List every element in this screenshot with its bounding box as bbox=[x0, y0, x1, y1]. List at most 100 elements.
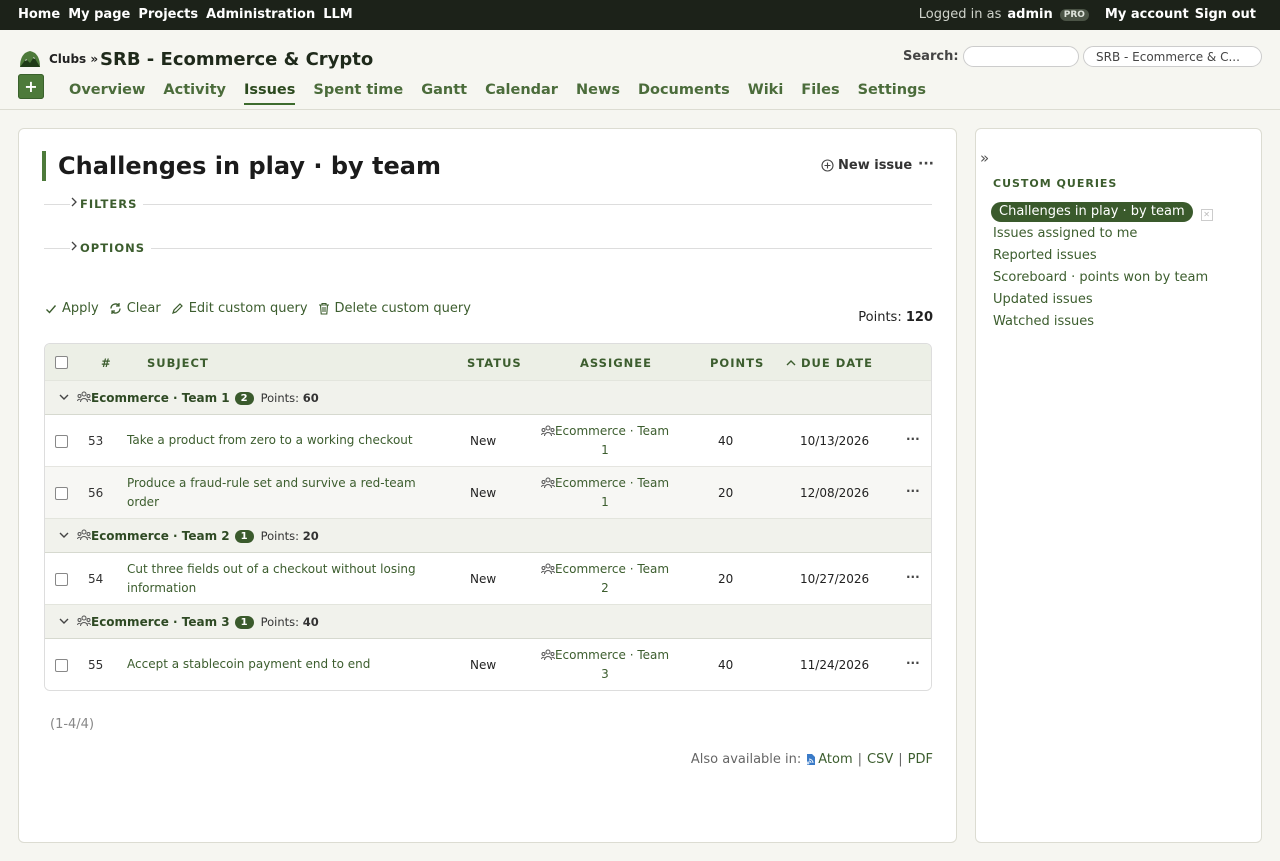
group-points: Points: 40 bbox=[261, 615, 319, 629]
top-nav-llm[interactable]: LLM bbox=[323, 7, 353, 22]
project-header: Clubs » SRB - Ecommerce & Crypto + Searc… bbox=[0, 30, 1280, 110]
remove-query-icon[interactable]: ✕ bbox=[1200, 209, 1213, 221]
issue-id-link[interactable]: 55 bbox=[88, 658, 103, 672]
breadcrumb-parent-link[interactable]: Clubs » bbox=[49, 52, 98, 66]
issue-subject-link[interactable]: Cut three fields out of a checkout witho… bbox=[127, 560, 427, 598]
my-account-link[interactable]: My account bbox=[1105, 7, 1189, 22]
assignee-line1: Ecommerce · Team bbox=[554, 562, 670, 576]
row-more-icon[interactable]: ··· bbox=[906, 432, 920, 446]
group-title: Ecommerce · Team 2 bbox=[91, 529, 230, 543]
more-actions-icon[interactable]: ··· bbox=[918, 156, 934, 172]
tab-spent-time[interactable]: Spent time bbox=[313, 82, 403, 105]
tab-settings[interactable]: Settings bbox=[858, 82, 926, 105]
group-points: Points: 20 bbox=[261, 529, 319, 543]
sign-out-link[interactable]: Sign out bbox=[1195, 7, 1256, 22]
table-header: # SUBJECT STATUS ASSIGNEE POINTS DUE DAT… bbox=[45, 344, 931, 381]
top-nav-home[interactable]: Home bbox=[18, 7, 60, 22]
issue-points: 20 bbox=[718, 572, 734, 586]
top-nav-projects[interactable]: Projects bbox=[138, 7, 198, 22]
options-section[interactable]: OPTIONS bbox=[44, 240, 932, 255]
issue-id-link[interactable]: 53 bbox=[88, 434, 103, 448]
column-assignee[interactable]: ASSIGNEE bbox=[580, 356, 652, 370]
group-toggle[interactable] bbox=[59, 529, 69, 542]
project-main-menu: Overview Activity Issues Spent time Gant… bbox=[69, 82, 944, 105]
clear-button[interactable]: Clear bbox=[109, 301, 161, 316]
issue-assignee-link[interactable]: Ecommerce · Team 1 bbox=[540, 474, 670, 512]
row-checkbox[interactable] bbox=[55, 573, 68, 586]
issue-assignee-link[interactable]: Ecommerce · Team 3 bbox=[540, 646, 670, 684]
tab-calendar[interactable]: Calendar bbox=[485, 82, 558, 105]
group-row: Ecommerce · Team 3 1 Points: 40 bbox=[45, 604, 931, 639]
column-id[interactable]: # bbox=[101, 356, 112, 370]
points-total-label: Points: bbox=[858, 310, 902, 325]
delete-query-button[interactable]: Delete custom query bbox=[318, 301, 471, 316]
custom-queries-list: Challenges in play · by team ✕ Issues ass… bbox=[991, 202, 1213, 334]
query-item-label: Challenges in play · by team bbox=[991, 202, 1193, 222]
apply-button[interactable]: Apply bbox=[45, 301, 99, 316]
column-status[interactable]: STATUS bbox=[467, 356, 522, 370]
points-total: Points: 120 bbox=[858, 310, 933, 325]
team-icon bbox=[540, 563, 555, 575]
row-checkbox[interactable] bbox=[55, 487, 68, 500]
group-toggle[interactable] bbox=[59, 391, 69, 404]
atom-feed-link[interactable]: Atom bbox=[806, 752, 853, 767]
top-nav-my-page[interactable]: My page bbox=[68, 7, 130, 22]
page-title: Challenges in play · by team bbox=[42, 151, 441, 181]
tab-documents[interactable]: Documents bbox=[638, 82, 730, 105]
query-item-assigned-to-me[interactable]: Issues assigned to me bbox=[993, 224, 1213, 246]
issue-subject-link[interactable]: Accept a stablecoin payment end to end bbox=[127, 655, 427, 674]
tab-files[interactable]: Files bbox=[801, 82, 839, 105]
top-nav-administration[interactable]: Administration bbox=[206, 7, 315, 22]
issue-assignee-link[interactable]: Ecommerce · Team 1 bbox=[540, 422, 670, 460]
issue-subject-link[interactable]: Take a product from zero to a working ch… bbox=[127, 431, 427, 450]
row-more-icon[interactable]: ··· bbox=[906, 570, 920, 584]
tab-news[interactable]: News bbox=[576, 82, 620, 105]
issue-assignee-link[interactable]: Ecommerce · Team 2 bbox=[540, 560, 670, 598]
club-logo-icon[interactable] bbox=[18, 49, 42, 69]
query-item-watched-issues[interactable]: Watched issues bbox=[993, 312, 1213, 334]
subject-line2: order bbox=[127, 495, 159, 509]
group-toggle[interactable] bbox=[59, 615, 69, 628]
query-item-reported-issues[interactable]: Reported issues bbox=[993, 246, 1213, 268]
group-points-label: Points: bbox=[260, 529, 300, 543]
table-row[interactable]: 56 Produce a fraud-rule set and survive … bbox=[45, 467, 931, 519]
team-icon bbox=[540, 477, 555, 489]
new-issue-button[interactable]: New issue bbox=[821, 158, 912, 173]
query-item-updated-issues[interactable]: Updated issues bbox=[993, 290, 1213, 312]
group-points-label: Points: bbox=[260, 615, 300, 629]
row-more-icon[interactable]: ··· bbox=[906, 484, 920, 498]
tab-wiki[interactable]: Wiki bbox=[748, 82, 784, 105]
tab-overview[interactable]: Overview bbox=[69, 82, 145, 105]
logged-in-label: Logged in as bbox=[918, 7, 1002, 22]
table-row[interactable]: 53 Take a product from zero to a working… bbox=[45, 415, 931, 467]
column-points[interactable]: POINTS bbox=[710, 356, 764, 370]
filters-section[interactable]: FILTERS bbox=[44, 196, 932, 211]
new-object-button[interactable]: + bbox=[18, 74, 44, 99]
row-more-icon[interactable]: ··· bbox=[906, 656, 920, 670]
tab-activity[interactable]: Activity bbox=[163, 82, 226, 105]
issue-due-date: 12/08/2026 bbox=[800, 486, 870, 500]
tab-gantt[interactable]: Gantt bbox=[421, 82, 467, 105]
column-due-date[interactable]: DUE DATE bbox=[786, 356, 873, 370]
row-checkbox[interactable] bbox=[55, 659, 68, 672]
delete-query-label: Delete custom query bbox=[334, 301, 471, 316]
issue-subject-link[interactable]: Produce a fraud-rule set and survive a r… bbox=[127, 474, 427, 512]
query-item-challenges-by-team[interactable]: Challenges in play · by team ✕ bbox=[991, 202, 1213, 224]
csv-export-link[interactable]: CSV bbox=[867, 752, 893, 767]
issue-id-link[interactable]: 54 bbox=[88, 572, 103, 586]
project-jump-select[interactable]: SRB - Ecommerce & C... bbox=[1083, 46, 1262, 67]
tab-issues[interactable]: Issues bbox=[243, 82, 296, 105]
issue-id-link[interactable]: 56 bbox=[88, 486, 103, 500]
sidebar-collapse-icon[interactable]: » bbox=[980, 149, 989, 167]
search-input[interactable] bbox=[963, 46, 1079, 67]
table-row[interactable]: 55 Accept a stablecoin payment end to en… bbox=[45, 639, 931, 690]
edit-query-button[interactable]: Edit custom query bbox=[171, 301, 308, 316]
table-row[interactable]: 54 Cut three fields out of a checkout wi… bbox=[45, 553, 931, 605]
column-subject[interactable]: SUBJECT bbox=[147, 356, 209, 370]
group-row: Ecommerce · Team 2 1 Points: 20 bbox=[45, 518, 931, 553]
current-user-link[interactable]: admin bbox=[1007, 7, 1052, 22]
select-all-checkbox[interactable] bbox=[55, 356, 68, 369]
query-item-scoreboard[interactable]: Scoreboard · points won by team bbox=[993, 268, 1213, 290]
pdf-export-link[interactable]: PDF bbox=[908, 752, 933, 767]
row-checkbox[interactable] bbox=[55, 435, 68, 448]
